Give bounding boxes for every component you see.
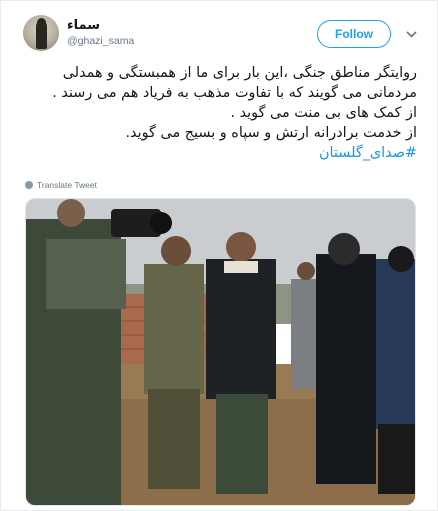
man-black-jacket <box>206 259 276 399</box>
translate-tweet-link[interactable]: Translate Tweet <box>25 180 97 190</box>
chevron-down-icon[interactable] <box>405 29 417 39</box>
soldier <box>144 264 204 394</box>
tweet-line: روایتگر مناطق جنگی ،این بار برای ما از ه… <box>62 65 417 81</box>
display-name[interactable]: سماء <box>67 18 100 33</box>
tweet-line: از کمک های بی منت می گوید . <box>230 105 417 121</box>
globe-icon <box>25 181 33 189</box>
avatar[interactable] <box>23 15 59 51</box>
avatar-figure-head <box>37 18 46 27</box>
tweet-line: مردمانی می گویند که با تفاوت مذهب به فری… <box>52 85 417 101</box>
translate-label: Translate Tweet <box>37 180 98 190</box>
tweet-photo[interactable] <box>25 198 416 506</box>
man-raincoat <box>316 254 376 484</box>
follow-button[interactable]: Follow <box>317 20 391 48</box>
man-blue-jacket <box>376 259 415 429</box>
hashtag-link[interactable]: #صدای_گلستان <box>25 143 417 163</box>
tweet-text: روایتگر مناطق جنگی ،این بار برای ما از ه… <box>25 63 417 163</box>
user-handle[interactable]: @ghazi_sama <box>67 35 134 47</box>
tweet-line: از خدمت برادرانه ارتش و سپاه و بسیج می گ… <box>125 125 417 141</box>
tweet-card: سماء @ghazi_sama Follow روایتگر مناطق جن… <box>0 0 438 511</box>
